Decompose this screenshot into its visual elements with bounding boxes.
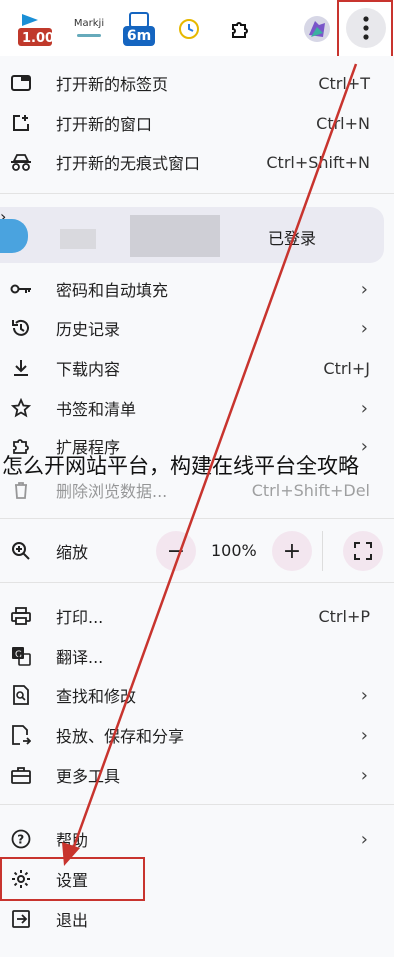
new-window-icon — [10, 112, 32, 134]
extension-timer-badge: 6m — [126, 28, 152, 44]
zoom-in-button[interactable]: + — [272, 531, 312, 571]
menu-item-label: 打开新的标签页 — [56, 75, 169, 94]
menu-item-label: 密码和自动填充 — [56, 281, 169, 300]
menu-item-incognito[interactable]: 打开新的无痕式窗口 Ctrl+Shift+N — [0, 142, 394, 182]
menu-item-find-edit[interactable]: 查找和修改 › — [0, 675, 394, 715]
profile-avatar-icon[interactable] — [298, 10, 336, 48]
chevron-right-icon: › — [360, 317, 368, 339]
menu-item-label: 书签和清单 — [56, 400, 137, 419]
fullscreen-icon — [354, 542, 372, 560]
key-icon — [10, 278, 32, 300]
menu-item-label: 打开新的窗口 — [56, 115, 153, 134]
menu-item-translate[interactable]: G 翻译... — [0, 636, 394, 676]
highlight-settings — [0, 857, 145, 901]
menu-item-shortcut: Ctrl+J — [323, 358, 370, 378]
menu-item-label: 缩放 — [56, 543, 89, 562]
menu-item-shortcut: Ctrl+Shift+Del — [251, 480, 370, 500]
menu-item-label: 更多工具 — [56, 767, 121, 786]
menu-item-label: 退出 — [56, 911, 89, 930]
zoom-level: 100% — [211, 541, 257, 560]
extension-speed-icon[interactable]: 1.00 — [16, 10, 54, 48]
share-page-icon — [10, 724, 32, 746]
menu-item-history[interactable]: 历史记录 › — [0, 308, 394, 348]
sign-in-status: 已登录 — [268, 229, 317, 248]
zoom-icon — [10, 540, 32, 562]
highlight-more-button — [337, 0, 393, 58]
printer-icon — [10, 605, 32, 627]
zoom-divider — [322, 531, 323, 571]
menu-item-cast-save-share[interactable]: 投放、保存和分享 › — [0, 715, 394, 755]
incognito-icon — [10, 151, 32, 173]
puzzle-extensions-icon[interactable] — [222, 10, 260, 48]
extension-markji-icon[interactable]: Markji — [70, 10, 108, 48]
blurred-name — [60, 229, 96, 249]
zoom-in-label: + — [282, 538, 302, 564]
history-icon — [10, 317, 32, 339]
menu-item-more-tools[interactable]: 更多工具 › — [0, 755, 394, 795]
menu-item-label: 投放、保存和分享 — [56, 727, 185, 746]
chevron-right-icon: › — [360, 278, 368, 300]
menu-item-print[interactable]: 打印... Ctrl+P — [0, 596, 394, 636]
chevron-right-icon: › — [360, 397, 368, 419]
chevron-right-icon: › — [360, 684, 368, 706]
menu-item-shortcut: Ctrl+T — [318, 73, 370, 93]
menu-divider — [0, 582, 394, 583]
menu-item-label: 翻译... — [56, 648, 104, 667]
chevron-right-icon: › — [360, 724, 368, 746]
menu-item-exit[interactable]: 退出 — [0, 899, 394, 939]
menu-item-label: 打开新的无痕式窗口 — [56, 154, 201, 173]
exit-icon — [10, 908, 32, 930]
zoom-out-button[interactable]: − — [156, 531, 196, 571]
find-page-icon — [10, 684, 32, 706]
menu-item-shortcut: Ctrl+Shift+N — [266, 152, 370, 172]
extension-speed-badge: 1.00 — [22, 31, 55, 46]
menu-item-label: 删除浏览数据... — [56, 482, 168, 501]
menu-divider — [0, 518, 394, 519]
menu-item-bookmarks[interactable]: 书签和清单 › — [0, 388, 394, 428]
menu-item-label: 查找和修改 — [56, 687, 137, 706]
chevron-right-icon: › — [360, 828, 368, 850]
svg-text:?: ? — [17, 833, 24, 847]
menu-item-label: 帮助 — [56, 831, 89, 850]
menu-item-label: 历史记录 — [56, 320, 121, 339]
fullscreen-button[interactable] — [343, 531, 383, 571]
menu-item-shortcut: Ctrl+P — [318, 606, 370, 626]
menu-item-help[interactable]: ? 帮助 › — [0, 819, 394, 859]
download-icon — [10, 357, 32, 379]
translate-icon: G — [10, 645, 32, 667]
new-tab-icon — [10, 72, 32, 94]
menu-item-shortcut: Ctrl+N — [316, 113, 370, 133]
extension-toolbar: 1.00 Markji 6m — [0, 0, 394, 58]
menu-item-downloads[interactable]: 下载内容 Ctrl+J — [0, 348, 394, 388]
extension-markji-label: Markji — [73, 18, 105, 29]
menu-item-new-window[interactable]: 打开新的窗口 Ctrl+N — [0, 103, 394, 143]
star-icon — [10, 397, 32, 419]
zoom-out-label: − — [166, 538, 186, 564]
trash-icon — [10, 479, 32, 501]
article-title-overlay: 怎么开网站平台，构建在线平台全攻略 — [2, 454, 359, 478]
menu-item-zoom: 缩放 — [0, 531, 394, 571]
help-icon: ? — [10, 828, 32, 850]
blurred-email — [130, 215, 220, 257]
clock-extension-icon[interactable] — [170, 10, 208, 48]
extension-timer-icon[interactable]: 6m — [120, 10, 158, 48]
profile-row[interactable]: 已登录 › — [0, 207, 384, 263]
menu-divider — [0, 193, 394, 194]
menu-item-label: 打印... — [56, 608, 104, 627]
avatar — [0, 219, 28, 253]
menu-item-label: 下载内容 — [56, 360, 121, 379]
menu-item-passwords[interactable]: 密码和自动填充 › — [0, 269, 394, 309]
chevron-right-icon: › — [360, 764, 368, 786]
menu-item-new-tab[interactable]: 打开新的标签页 Ctrl+T — [0, 63, 394, 103]
toolbox-icon — [10, 764, 32, 786]
menu-divider — [0, 804, 394, 805]
